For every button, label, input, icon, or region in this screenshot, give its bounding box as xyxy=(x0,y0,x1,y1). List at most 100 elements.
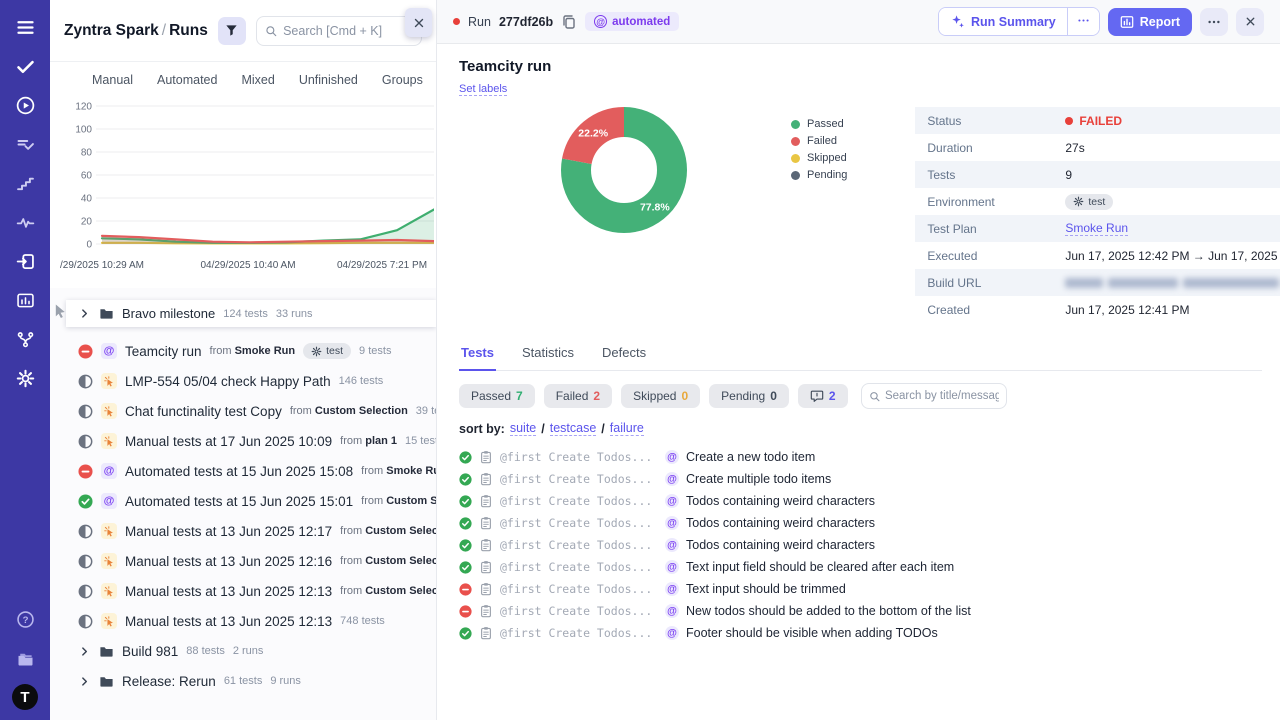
test-suite[interactable]: @first Create Todos... xyxy=(500,604,658,618)
close-run-detail-button[interactable] xyxy=(1236,7,1264,36)
report-button[interactable]: Report xyxy=(1107,7,1192,36)
topbar-actions: Run Summary Report xyxy=(937,7,1264,36)
test-row[interactable]: @first Create Todos... @ Footer should be … xyxy=(459,622,1262,644)
tests-check-icon[interactable] xyxy=(12,53,38,79)
run-row[interactable]: Manual tests at 17 Jun 2025 10:09 from pl… xyxy=(50,426,436,456)
settings-gear-icon[interactable] xyxy=(12,365,38,391)
test-title[interactable]: Text input should be trimmed xyxy=(686,582,846,596)
detail-label: Created xyxy=(927,302,971,317)
menu-icon[interactable] xyxy=(12,14,38,40)
sparkles-icon xyxy=(952,15,964,28)
import-icon[interactable] xyxy=(12,248,38,274)
breadcrumb-project[interactable]: Zyntra Spark xyxy=(64,22,159,39)
test-suite[interactable]: @first Create Todos... xyxy=(500,582,658,596)
clipboard-icon xyxy=(479,626,493,640)
sort-by-failure[interactable]: failure xyxy=(609,421,644,436)
test-row[interactable]: @first Create Todos... @ Todos containing … xyxy=(459,490,1262,512)
svg-text:?: ? xyxy=(22,615,28,626)
run-label: Run xyxy=(468,14,491,29)
test-title[interactable]: Text input field should be cleared after… xyxy=(686,560,954,574)
runs-search-input[interactable] xyxy=(283,23,413,38)
group-row[interactable]: Release: Rerun 61 tests 9 runs xyxy=(50,666,436,696)
filter-chip-pending[interactable]: Pending 0 xyxy=(709,384,789,408)
sort-by-suite[interactable]: suite xyxy=(509,421,537,436)
test-suite[interactable]: @first Create Todos... xyxy=(500,516,658,530)
legend-item-failed[interactable]: Failed xyxy=(791,135,847,147)
legend-item-skipped[interactable]: Skipped xyxy=(791,152,847,164)
test-row[interactable]: @first Create Todos... @ Create multiple t… xyxy=(459,468,1262,490)
test-suite[interactable]: @first Create Todos... xyxy=(500,494,658,508)
run-row[interactable]: @ Teamcity run from Smoke Run test 9 tests xyxy=(50,336,436,366)
plans-list-icon[interactable] xyxy=(12,131,38,157)
analytics-bar-chart-icon[interactable] xyxy=(12,287,38,313)
tab-statistics[interactable]: Statistics xyxy=(520,339,576,370)
test-title[interactable]: Todos containing weird characters xyxy=(686,516,875,530)
user-avatar[interactable]: T xyxy=(12,684,38,710)
runs-play-icon[interactable] xyxy=(12,92,38,118)
test-title[interactable]: Create a new todo item xyxy=(686,450,815,464)
test-title[interactable]: Todos containing weird characters xyxy=(686,538,875,552)
run-row[interactable]: @ Automated tests at 15 Jun 2025 15:08 fro… xyxy=(50,456,436,486)
filter-chip-passed[interactable]: Passed 7 xyxy=(459,384,535,408)
branches-icon[interactable] xyxy=(12,326,38,352)
run-row[interactable]: Manual tests at 13 Jun 2025 12:13 748 tes… xyxy=(50,606,436,636)
runs-tab-groups[interactable]: Groups xyxy=(382,73,423,87)
test-suite[interactable]: @first Create Todos... xyxy=(500,450,658,464)
run-row[interactable]: LMP-554 05/04 check Happy Path 146 tests xyxy=(50,366,436,396)
test-plan-link[interactable]: Smoke Run xyxy=(1065,221,1129,236)
test-status-passed-icon xyxy=(459,472,472,486)
milestones-steps-icon[interactable] xyxy=(12,170,38,196)
group-row[interactable]: Build 981 88 tests 2 runs xyxy=(50,636,436,666)
group-row[interactable]: Bravo milestone 124 tests 33 runs xyxy=(55,300,436,327)
more-actions-button[interactable] xyxy=(1200,7,1228,36)
legend-item-passed[interactable]: Passed xyxy=(791,118,847,130)
run-row[interactable]: Manual tests at 13 Jun 2025 12:13 from Cu… xyxy=(50,576,436,606)
filter-chip-skipped[interactable]: Skipped 0 xyxy=(621,384,701,408)
test-suite[interactable]: @first Create Todos... xyxy=(500,560,658,574)
filter-button[interactable] xyxy=(217,16,246,45)
svg-text:04/29/2025 7:21 PM: 04/29/2025 7:21 PM xyxy=(337,260,427,271)
test-suite[interactable]: @first Create Todos... xyxy=(500,538,658,552)
automated-test-icon: @ xyxy=(665,472,679,486)
detail-row: Environment test xyxy=(915,188,1280,215)
tab-tests[interactable]: Tests xyxy=(459,339,496,371)
panel-close-button[interactable] xyxy=(405,8,432,37)
detail-row: Created Jun 17, 2025 12:41 PM xyxy=(915,296,1280,323)
legend-item-pending[interactable]: Pending xyxy=(791,169,847,181)
projects-folder-icon[interactable] xyxy=(12,645,38,671)
test-row[interactable]: @first Create Todos... @ New todos should … xyxy=(459,600,1262,622)
run-summary-more-button[interactable] xyxy=(1066,8,1099,35)
run-row[interactable]: @ Automated tests at 15 Jun 2025 15:01 fro… xyxy=(50,486,436,516)
comments-filter-chip[interactable]: 2 xyxy=(797,384,848,408)
runs-tab-manual[interactable]: Manual xyxy=(92,73,133,87)
test-title[interactable]: Footer should be visible when adding TOD… xyxy=(686,626,938,640)
group-tests-count: 124 tests xyxy=(223,307,268,320)
help-icon[interactable]: ? xyxy=(12,606,38,632)
test-suite[interactable]: @first Create Todos... xyxy=(500,472,658,486)
runs-tab-automated[interactable]: Automated xyxy=(157,73,217,87)
copy-run-id-button[interactable] xyxy=(561,14,577,30)
test-title[interactable]: New todos should be added to the bottom … xyxy=(686,604,971,618)
automated-type-badge[interactable]: @ automated xyxy=(585,12,680,31)
test-title[interactable]: Create multiple todo items xyxy=(686,472,831,486)
runs-tab-unfinished[interactable]: Unfinished xyxy=(299,73,358,87)
tests-search-input[interactable] xyxy=(884,390,999,402)
test-row[interactable]: @first Create Todos... @ Text input should… xyxy=(459,578,1262,600)
run-row[interactable]: Chat functinality test Copy from Custom S… xyxy=(50,396,436,426)
activity-pulse-icon[interactable] xyxy=(12,209,38,235)
runs-tab-mixed[interactable]: Mixed xyxy=(241,73,274,87)
tab-defects[interactable]: Defects xyxy=(600,339,648,370)
sort-by-testcase[interactable]: testcase xyxy=(549,421,597,436)
test-suite[interactable]: @first Create Todos... xyxy=(500,626,658,640)
run-row[interactable]: Manual tests at 13 Jun 2025 12:17 from Cu… xyxy=(50,516,436,546)
test-row[interactable]: @first Create Todos... @ Create a new todo… xyxy=(459,446,1262,468)
run-summary-button[interactable]: Run Summary xyxy=(938,8,1067,35)
test-row[interactable]: @first Create Todos... @ Todos containing … xyxy=(459,512,1262,534)
test-row[interactable]: @first Create Todos... @ Text input field … xyxy=(459,556,1262,578)
set-labels-link[interactable]: Set labels xyxy=(459,83,508,96)
test-row[interactable]: @first Create Todos... @ Todos containing … xyxy=(459,534,1262,556)
expand-chevron-icon xyxy=(82,646,88,656)
test-title[interactable]: Todos containing weird characters xyxy=(686,494,875,508)
run-row[interactable]: Manual tests at 13 Jun 2025 12:16 from Cu… xyxy=(50,546,436,576)
filter-chip-failed[interactable]: Failed 2 xyxy=(543,384,613,408)
